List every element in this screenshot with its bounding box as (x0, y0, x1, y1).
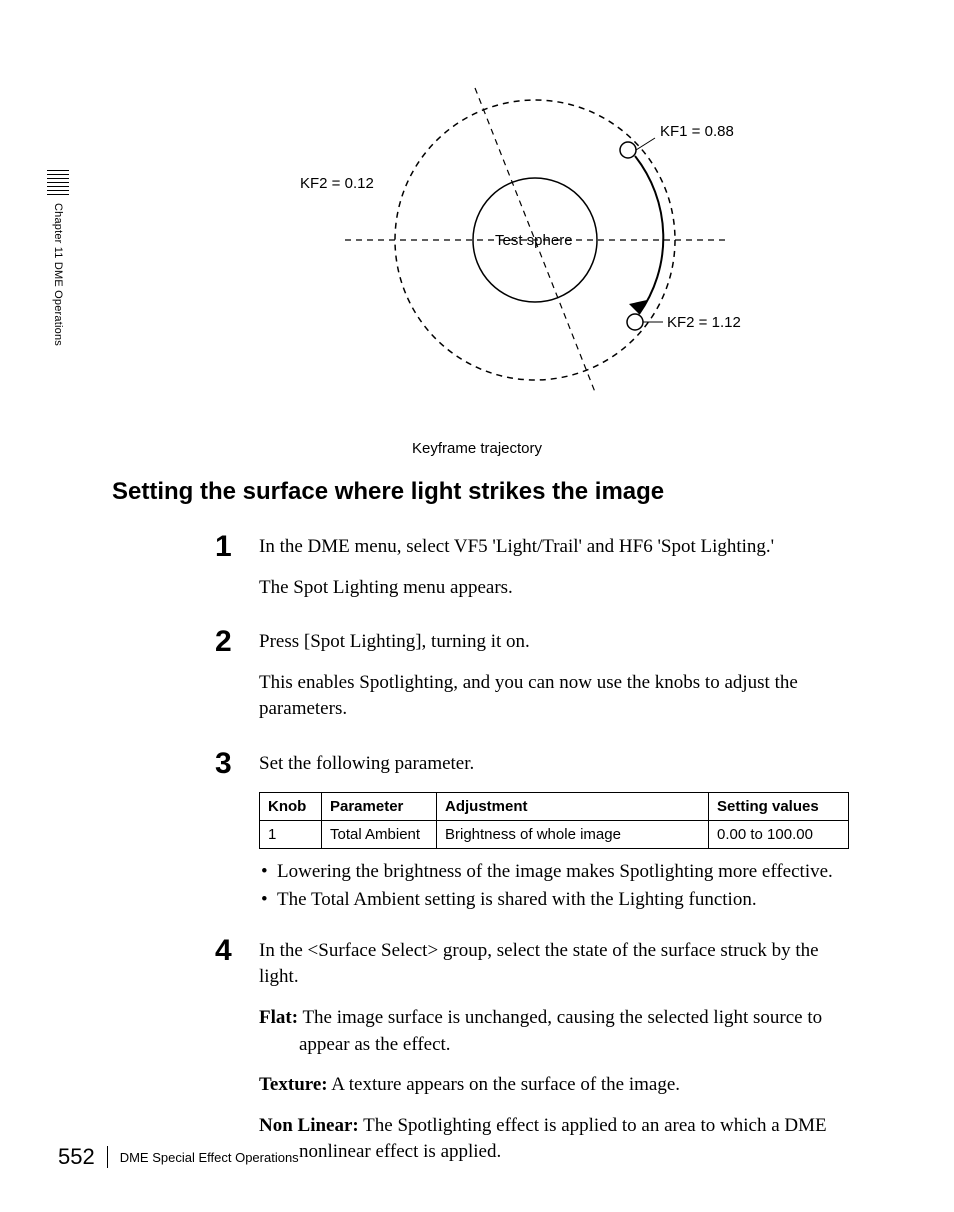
th-knob: Knob (260, 792, 322, 820)
bullet-item: The Total Ambient setting is shared with… (259, 887, 855, 914)
step-1: 1 In the DME menu, select VF5 'Light/Tra… (215, 530, 855, 615)
th-adjustment: Adjustment (437, 792, 709, 820)
step-4: 4 In the <Surface Select> group, select … (215, 934, 855, 1180)
td-setting-values: 0.00 to 100.00 (709, 820, 849, 848)
td-parameter: Total Ambient (322, 820, 437, 848)
kf1-label: KF1 = 0.88 (660, 123, 734, 140)
steps-list: 1 In the DME menu, select VF5 'Light/Tra… (215, 520, 855, 1180)
step-number: 2 (215, 625, 259, 737)
def-flat: Flat: The image surface is unchanged, ca… (259, 1005, 855, 1058)
step-number: 3 (215, 747, 259, 924)
step-2-line-1: Press [Spot Lighting], turning it on. (259, 629, 855, 656)
step-3-line-1: Set the following parameter. (259, 751, 855, 778)
table-header-row: Knob Parameter Adjustment Setting values (260, 792, 849, 820)
step-2: 2 Press [Spot Lighting], turning it on. … (215, 625, 855, 737)
surface-select-definitions: Flat: The image surface is unchanged, ca… (259, 1005, 855, 1166)
section-heading: Setting the surface where light strikes … (112, 478, 664, 506)
step-1-line-2: The Spot Lighting menu appears. (259, 575, 855, 602)
td-adjustment: Brightness of whole image (437, 820, 709, 848)
def-texture: Texture: A texture appears on the surfac… (259, 1072, 855, 1099)
page-number: 552 (58, 1144, 95, 1170)
test-sphere-label: Test sphere (495, 232, 573, 249)
def-nonlinear: Non Linear: The Spotlighting effect is a… (259, 1113, 855, 1166)
parameter-table: Knob Parameter Adjustment Setting values… (259, 792, 849, 849)
step-number: 4 (215, 934, 259, 1180)
step-number: 1 (215, 530, 259, 615)
step-4-line-1: In the <Surface Select> group, select th… (259, 938, 855, 991)
td-knob: 1 (260, 820, 322, 848)
sidebar-tab-lines (47, 170, 69, 195)
page-footer: 552 DME Special Effect Operations (58, 1144, 299, 1170)
step-1-line-1: In the DME menu, select VF5 'Light/Trail… (259, 534, 855, 561)
keyframe-trajectory-diagram: KF1 = 0.88 KF2 = 0.12 KF2 = 1.12 Test sp… (215, 60, 855, 420)
sidebar-tab: Chapter 11 DME Operations (46, 170, 70, 346)
sidebar-chapter-label: Chapter 11 DME Operations (52, 203, 64, 346)
th-parameter: Parameter (322, 792, 437, 820)
footer-section-title: DME Special Effect Operations (120, 1150, 299, 1165)
step-3: 3 Set the following parameter. Knob Para… (215, 747, 855, 924)
th-setting-values: Setting values (709, 792, 849, 820)
diagram-caption: Keyframe trajectory (0, 440, 954, 457)
footer-separator (107, 1146, 108, 1168)
step-3-bullets: Lowering the brightness of the image mak… (259, 859, 855, 914)
bullet-item: Lowering the brightness of the image mak… (259, 859, 855, 886)
table-row: 1 Total Ambient Brightness of whole imag… (260, 820, 849, 848)
kf2-right-label: KF2 = 1.12 (667, 314, 741, 331)
step-2-line-2: This enables Spotlighting, and you can n… (259, 670, 855, 723)
kf2-left-label: KF2 = 0.12 (300, 175, 374, 192)
